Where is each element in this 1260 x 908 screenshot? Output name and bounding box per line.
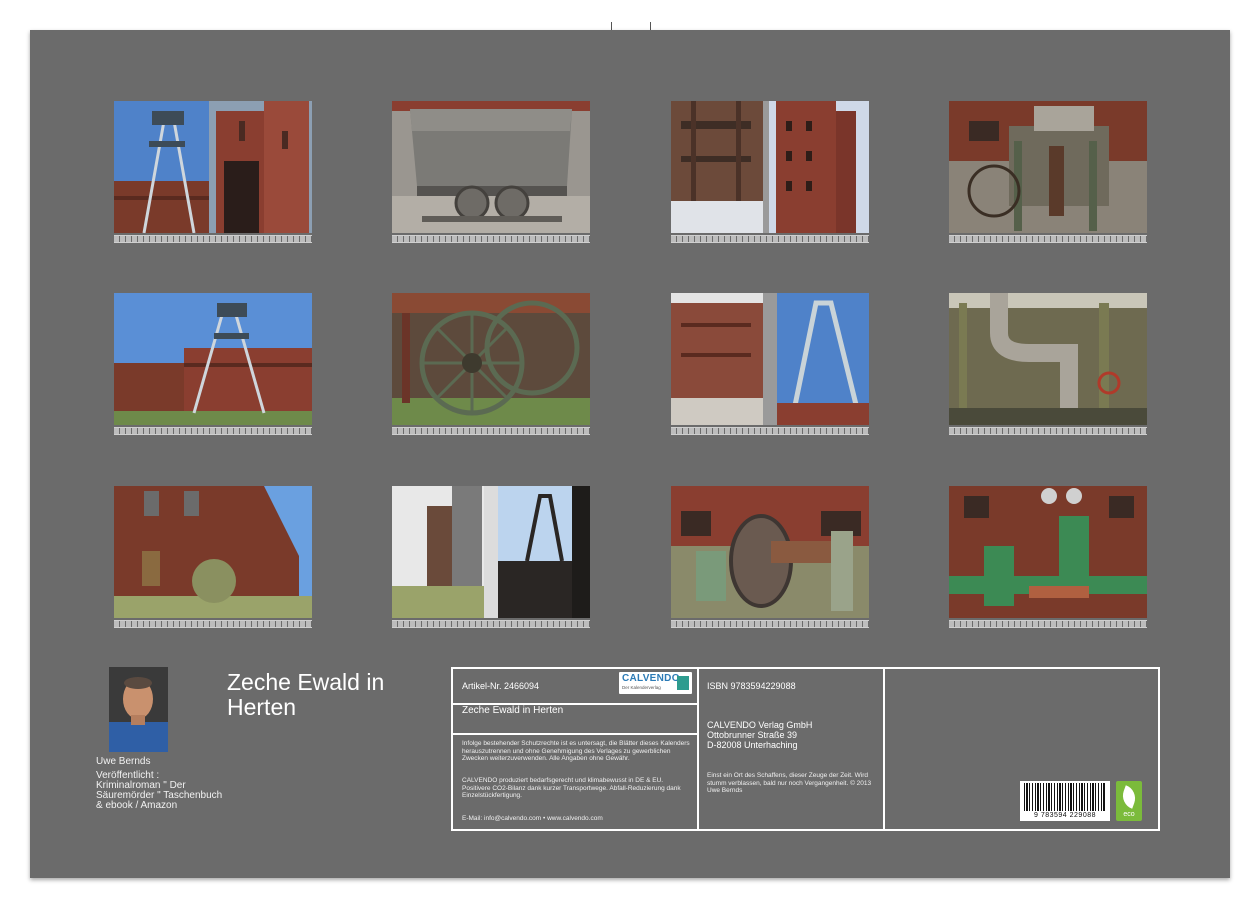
calvendo-logo: CALVENDO Der Kalenderverlag <box>619 672 692 694</box>
month-day-strip <box>114 235 312 243</box>
publisher-city: D-82008 Unterhaching <box>707 740 798 750</box>
article-number: Artikel-Nr. 2466094 <box>462 681 540 691</box>
month-11-thumbnail <box>671 486 869 630</box>
calendar-title: Zeche Ewald in Herten <box>227 669 385 720</box>
spiral-binding <box>0 0 1260 43</box>
photo-brick-building-wall <box>114 486 312 618</box>
photo-headframe-and-brick-tower <box>114 101 312 233</box>
author-photo <box>109 667 168 752</box>
eco-label: eco <box>1116 781 1142 821</box>
photo-shafts-silhouette <box>392 486 590 618</box>
publisher-street: Ottobrunner Straße 39 <box>707 730 798 740</box>
leaf-icon <box>1119 785 1139 809</box>
isbn: ISBN 9783594229088 <box>707 681 796 691</box>
month-day-strip <box>671 427 869 435</box>
month-day-strip <box>114 427 312 435</box>
month-day-strip <box>671 620 869 628</box>
copyright-notice: Infolge bestehender Schutzrechte ist es … <box>462 740 690 762</box>
month-day-strip <box>949 427 1147 435</box>
photo-building-and-headframe <box>671 293 869 425</box>
month-5-thumbnail <box>114 293 312 437</box>
photo-cable-drum <box>671 486 869 618</box>
photo-pipes-and-valve <box>949 293 1147 425</box>
month-day-strip <box>949 235 1147 243</box>
month-day-strip <box>392 427 590 435</box>
contact-info: E-Mail: info@calvendo.com • www.calvendo… <box>462 815 603 822</box>
month-3-thumbnail <box>671 101 869 245</box>
month-10-thumbnail <box>392 486 590 630</box>
month-4-thumbnail <box>949 101 1147 245</box>
month-7-thumbnail <box>671 293 869 437</box>
month-8-thumbnail <box>949 293 1147 437</box>
isbn-barcode: 9 783594 229088 <box>1020 781 1110 821</box>
photo-headframe-and-buildings <box>114 293 312 425</box>
publisher-info-box: Artikel-Nr. 2466094 CALVENDO Der Kalende… <box>451 667 1160 831</box>
month-day-strip <box>392 235 590 243</box>
calendar-description: Einst ein Ort des Schaffens, dieser Zeug… <box>707 772 872 794</box>
publisher-name: CALVENDO Verlag GmbH <box>707 720 813 730</box>
photo-large-wheels <box>392 293 590 425</box>
author-bio: Veröffentlicht : Kriminalroman " Der Säu… <box>96 770 223 811</box>
month-day-strip <box>671 235 869 243</box>
month-1-thumbnail <box>114 101 312 245</box>
production-notice: CALVENDO produziert bedarfsgerecht und k… <box>462 777 681 799</box>
info-title: Zeche Ewald in Herten <box>462 705 564 716</box>
photo-green-valves <box>949 486 1147 618</box>
month-day-strip <box>392 620 590 628</box>
photo-mine-cart <box>392 101 590 233</box>
month-day-strip <box>114 620 312 628</box>
month-2-thumbnail <box>392 101 590 245</box>
photo-rusty-machinery <box>949 101 1147 233</box>
month-day-strip <box>949 620 1147 628</box>
photo-steel-structure-and-tower <box>671 101 869 233</box>
month-6-thumbnail <box>392 293 590 437</box>
month-12-thumbnail <box>949 486 1147 630</box>
author-name: Uwe Bernds <box>96 756 151 767</box>
month-9-thumbnail <box>114 486 312 630</box>
